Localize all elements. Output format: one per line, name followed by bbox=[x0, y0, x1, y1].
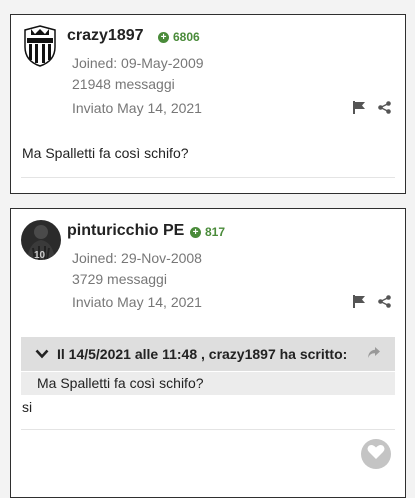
reputation-plus-icon: + bbox=[158, 31, 169, 43]
quote-share-icon[interactable] bbox=[367, 346, 381, 362]
report-flag-icon[interactable] bbox=[353, 295, 366, 313]
post-2: 10 pinturicchio PE + 817 Joined: 29-Nov-… bbox=[10, 208, 406, 498]
heart-icon bbox=[367, 444, 385, 465]
chevron-down-icon[interactable] bbox=[35, 349, 49, 359]
reputation-count: 817 bbox=[205, 225, 226, 239]
joined-date: Joined: 09-May-2009 bbox=[72, 55, 204, 71]
quote-header[interactable]: Il 14/5/2021 alle 11:48 , crazy1897 ha s… bbox=[21, 337, 395, 371]
message-count: 21948 messaggi bbox=[72, 76, 175, 92]
share-icon[interactable] bbox=[378, 295, 391, 313]
reputation-badge: + 817 bbox=[190, 225, 225, 239]
post-actions bbox=[353, 295, 391, 313]
username[interactable]: crazy1897 bbox=[67, 27, 144, 45]
post-date[interactable]: Inviato May 14, 2021 bbox=[72, 294, 202, 310]
report-flag-icon[interactable] bbox=[353, 101, 366, 119]
message-count: 3729 messaggi bbox=[72, 271, 167, 287]
post-1: crazy1897 + 6806 Joined: 09-May-2009 219… bbox=[10, 14, 406, 194]
post-divider bbox=[21, 429, 395, 430]
post-date[interactable]: Inviato May 14, 2021 bbox=[72, 100, 202, 116]
post-actions bbox=[353, 101, 391, 119]
user-avatar[interactable]: 10 bbox=[21, 220, 61, 260]
post-content: Ma Spalletti fa così schifo? bbox=[22, 145, 189, 161]
share-icon[interactable] bbox=[378, 101, 391, 119]
post-divider bbox=[21, 177, 395, 178]
user-avatar-juventus-logo[interactable] bbox=[23, 25, 57, 67]
quote-attribution: Il 14/5/2021 alle 11:48 , crazy1897 ha s… bbox=[57, 346, 348, 362]
quote-text: Ma Spalletti fa così schifo? bbox=[21, 372, 395, 395]
joined-date: Joined: 29-Nov-2008 bbox=[72, 250, 202, 266]
reputation-badge: + 6806 bbox=[158, 30, 200, 44]
svg-text:10: 10 bbox=[34, 250, 46, 260]
username[interactable]: pinturicchio PE bbox=[67, 222, 184, 240]
post-content: si bbox=[22, 399, 33, 415]
reputation-count: 6806 bbox=[173, 30, 200, 44]
reputation-plus-icon: + bbox=[190, 226, 201, 238]
like-button[interactable] bbox=[361, 439, 391, 469]
